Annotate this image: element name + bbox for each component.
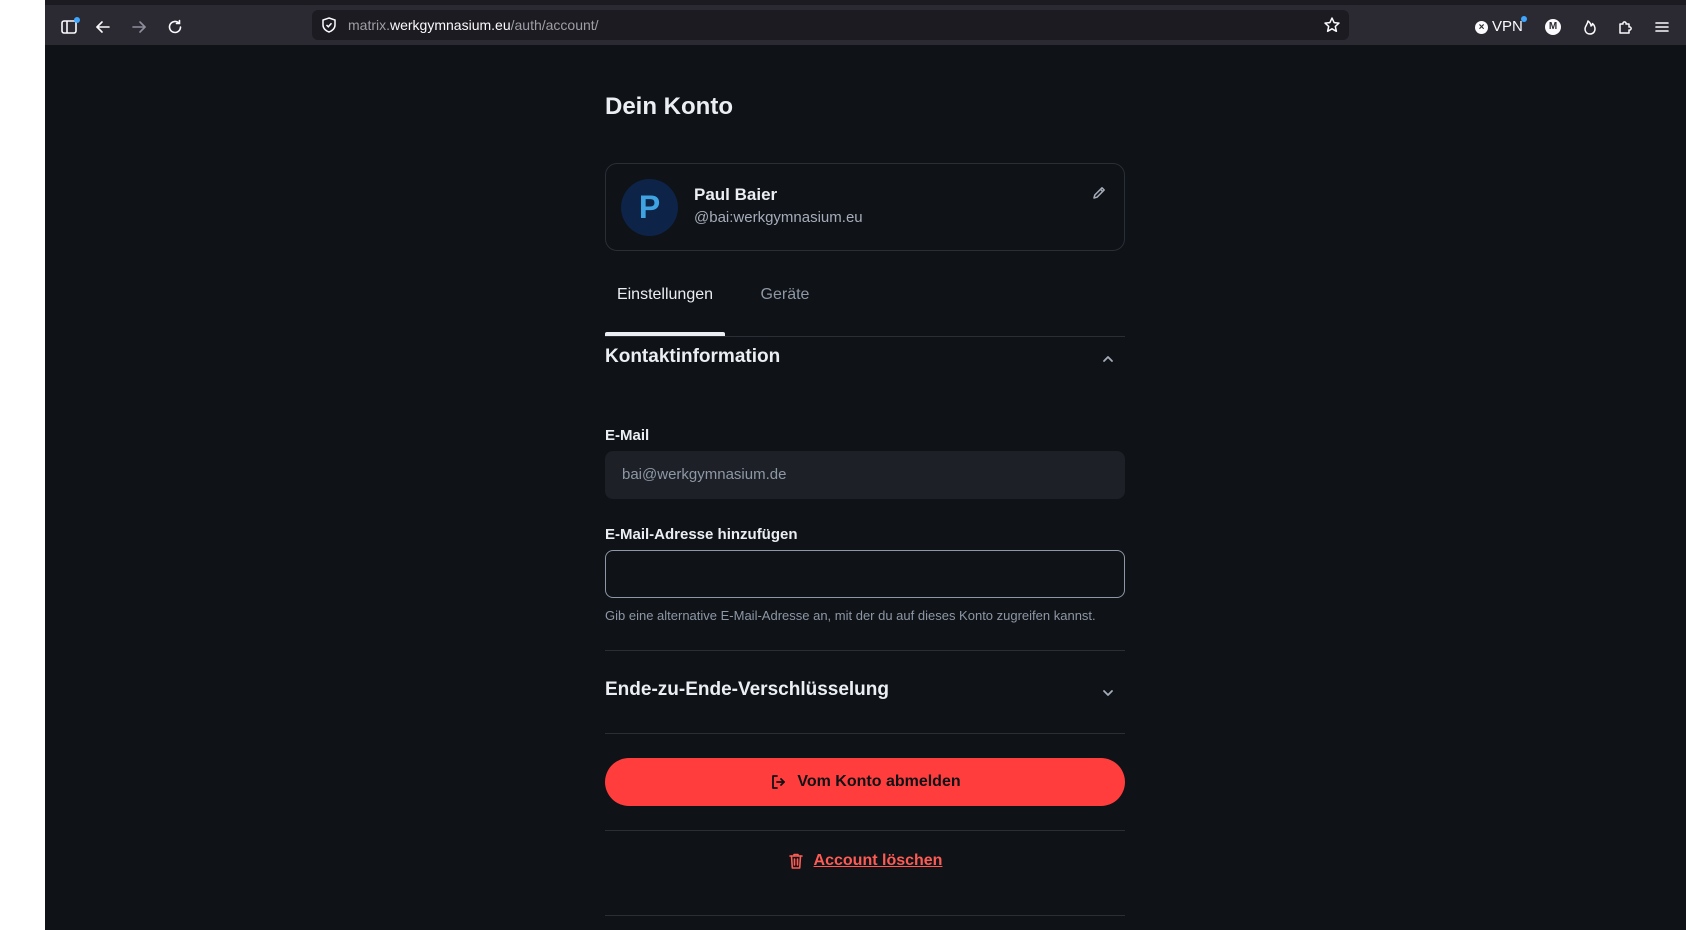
url-path: /auth/account/: [510, 17, 599, 33]
delete-account-label: Account löschen: [813, 852, 943, 869]
account-avatar-icon: M: [1545, 19, 1561, 35]
tab-label: Einstellungen: [616, 286, 714, 303]
bookmark-star-icon[interactable]: [1323, 16, 1341, 34]
page-title: Dein Konto: [605, 93, 733, 120]
url-host: werkgymnasium.eu: [390, 17, 511, 33]
encryption-section-header[interactable]: Ende-zu-Ende-Verschlüsselung: [605, 651, 1125, 733]
encryption-section-title: Ende-zu-Ende-Verschlüsselung: [605, 679, 889, 700]
vpn-button[interactable]: × VPN: [1475, 13, 1527, 41]
account-button[interactable]: M: [1539, 13, 1567, 41]
logout-button[interactable]: Vom Konto abmelden: [605, 758, 1125, 806]
back-button[interactable]: [89, 13, 117, 41]
sidebar-notification-dot: [74, 17, 80, 23]
section-divider: [605, 830, 1125, 831]
delete-account-link[interactable]: Account löschen: [605, 846, 1125, 876]
add-email-hint: Gib eine alternative E-Mail-Adresse an, …: [605, 608, 1096, 623]
account-tabs: Einstellungen Geräte: [605, 275, 1125, 337]
pencil-icon: [1093, 187, 1105, 199]
trash-icon: [788, 853, 803, 869]
section-divider: [605, 733, 1125, 734]
vpn-label: VPN: [1492, 18, 1523, 35]
profile-name: Paul Baier: [694, 185, 778, 204]
menu-button[interactable]: [1648, 13, 1676, 41]
edit-profile-button[interactable]: [1086, 180, 1112, 206]
chevron-up-icon: [1103, 356, 1113, 362]
url-prefix: matrix.: [348, 17, 390, 33]
tab-einstellungen[interactable]: Einstellungen: [605, 275, 725, 336]
active-tab-indicator: [605, 332, 725, 336]
vpn-notification-dot: [1521, 16, 1527, 22]
contact-section-header[interactable]: Kontaktinformation: [605, 343, 1125, 373]
reload-icon: [168, 19, 182, 34]
browser-toolbar: matrix.werkgymnasium.eu/auth/account/ × …: [45, 0, 1686, 45]
sign-out-icon: [772, 775, 786, 789]
extensions-button[interactable]: [1612, 13, 1640, 41]
sidebar-toggle-button[interactable]: [55, 13, 83, 41]
url-bar[interactable]: matrix.werkgymnasium.eu/auth/account/: [312, 10, 1349, 40]
add-email-label: E-Mail-Adresse hinzufügen: [605, 526, 798, 543]
email-label: E-Mail: [605, 427, 650, 444]
hamburger-menu-icon: [1655, 22, 1669, 32]
browser-window: matrix.werkgymnasium.eu/auth/account/ × …: [45, 0, 1686, 930]
email-field: bai@werkgymnasium.de: [605, 451, 1125, 499]
logout-label: Vom Konto abmelden: [797, 773, 961, 790]
profile-user-id: @bai:werkgymnasium.eu: [694, 209, 863, 226]
section-divider: [605, 915, 1125, 916]
avatar: P: [621, 179, 678, 236]
arrow-right-icon: [132, 21, 146, 33]
profile-card: P Paul Baier @bai:werkgymnasium.eu: [605, 163, 1125, 251]
extension-button[interactable]: [1576, 13, 1604, 41]
vpn-off-icon: ×: [1475, 20, 1488, 34]
chevron-down-icon: [1103, 690, 1113, 696]
tab-geraete[interactable]: Geräte: [745, 275, 825, 335]
puzzle-icon: [1619, 21, 1632, 34]
url-text: matrix.werkgymnasium.eu/auth/account/: [348, 10, 599, 40]
contact-section-title: Kontaktinformation: [605, 346, 781, 367]
add-email-input[interactable]: [605, 550, 1125, 598]
forward-button[interactable]: [125, 13, 153, 41]
shield-icon[interactable]: [320, 16, 338, 34]
arrow-left-icon: [96, 21, 110, 33]
tab-label: Geräte: [760, 286, 810, 303]
reload-button[interactable]: [161, 13, 189, 41]
flame-icon: [1584, 20, 1596, 35]
